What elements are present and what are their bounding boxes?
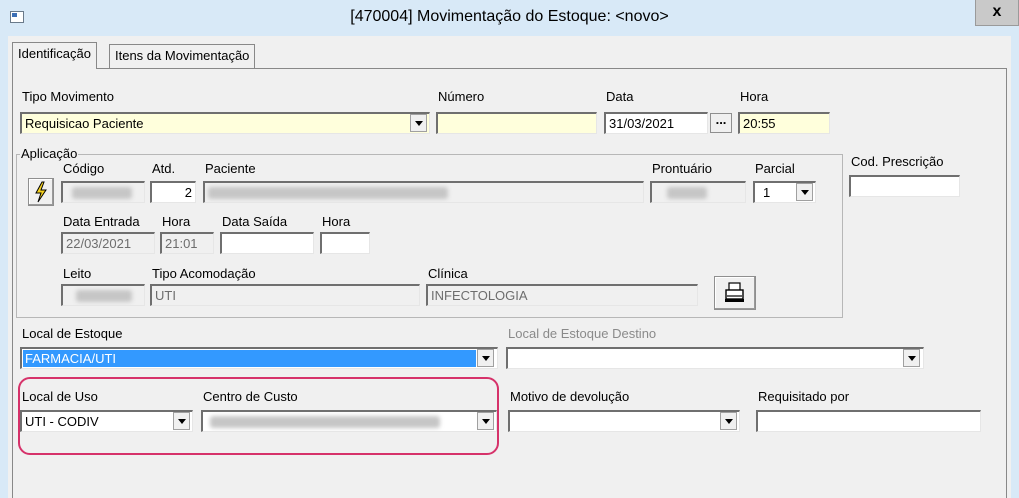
tipo-movimento-label: Tipo Movimento (22, 89, 114, 104)
numero-label: Número (438, 89, 485, 104)
cod-prescricao-input[interactable] (849, 175, 960, 197)
parcial-label: Parcial (755, 161, 795, 176)
paciente-label: Paciente (205, 161, 256, 176)
data-entrada-label: Data Entrada (63, 214, 140, 229)
local-estoque-dropdown-icon[interactable] (477, 349, 494, 367)
hora-saida-label: Hora (322, 214, 351, 229)
hora-saida-input[interactable] (320, 232, 370, 254)
codigo-redacted (72, 187, 132, 199)
clinica-label: Clínica (428, 266, 468, 281)
data-saida-label: Data Saída (222, 214, 288, 229)
hora-label: Hora (740, 89, 769, 104)
hora-input[interactable]: 20:55 (738, 112, 830, 134)
window-title: [470004] Movimentação do Estoque: <novo> (350, 8, 669, 25)
codigo-label: Código (63, 161, 105, 176)
requisitado-por-input[interactable] (756, 410, 981, 432)
prontuario-label: Prontuário (652, 161, 712, 176)
leito-label: Leito (63, 266, 92, 281)
data-label: Data (606, 89, 634, 104)
motivo-devolucao-select[interactable] (508, 410, 740, 432)
paciente-input[interactable] (203, 181, 644, 203)
prontuario-input[interactable] (650, 181, 746, 203)
hora-entrada-input[interactable]: 21:01 (160, 232, 214, 254)
parcial-dropdown-icon[interactable] (796, 183, 813, 201)
cod-prescricao-label: Cod. Prescrição (851, 154, 944, 169)
leito-redacted (76, 290, 132, 302)
printer-icon (725, 282, 744, 302)
tab-identificacao[interactable]: Identificação (12, 42, 97, 69)
data-input[interactable]: 31/03/2021 (604, 112, 708, 134)
data-picker-button[interactable]: ... (710, 113, 732, 133)
motivo-devolucao-dropdown-icon[interactable] (720, 412, 737, 430)
tipo-acomodacao-label: Tipo Acomodação (152, 266, 256, 281)
local-estoque-label: Local de Estoque (22, 326, 123, 341)
prontuario-redacted (667, 187, 707, 199)
local-estoque-destino-label: Local de Estoque Destino (508, 326, 657, 341)
lightning-icon (35, 181, 47, 203)
paciente-redacted (208, 187, 448, 199)
requisitado-por-label: Requisitado por (758, 389, 850, 404)
codigo-input[interactable] (61, 181, 145, 203)
main-window: [470004] Movimentação do Estoque: <novo>… (0, 0, 1019, 498)
atd-input[interactable]: 2 (150, 181, 196, 203)
numero-input[interactable] (436, 112, 597, 134)
local-estoque-selected-value: FARMACIA/UTI (23, 350, 476, 367)
clinica-input[interactable]: INFECTOLOGIA (426, 284, 698, 306)
atd-label: Atd. (152, 161, 176, 176)
tipo-movimento-select[interactable]: Requisicao Paciente (20, 112, 430, 134)
tab-itens-movimentacao[interactable]: Itens da Movimentação (109, 44, 256, 68)
hora-entrada-label: Hora (162, 214, 191, 229)
data-saida-input[interactable] (220, 232, 314, 254)
local-estoque-destino-dropdown-icon[interactable] (903, 349, 920, 367)
local-estoque-destino-select[interactable] (506, 347, 924, 369)
aplicacao-caption: Aplicação (20, 146, 79, 161)
leito-input[interactable] (61, 284, 145, 306)
data-entrada-input[interactable]: 22/03/2021 (61, 232, 155, 254)
close-button[interactable]: x (975, 0, 1019, 26)
lightning-button[interactable] (28, 178, 54, 206)
print-button[interactable] (714, 276, 756, 310)
local-estoque-select[interactable]: FARMACIA/UTI (20, 347, 498, 369)
tipo-acomodacao-input[interactable]: UTI (150, 284, 420, 306)
title-bar[interactable]: [470004] Movimentação do Estoque: <novo>… (0, 0, 1019, 36)
motivo-devolucao-label: Motivo de devolução (510, 389, 630, 404)
highlight-annotation (18, 377, 499, 455)
tipo-movimento-dropdown-icon[interactable] (410, 114, 427, 132)
